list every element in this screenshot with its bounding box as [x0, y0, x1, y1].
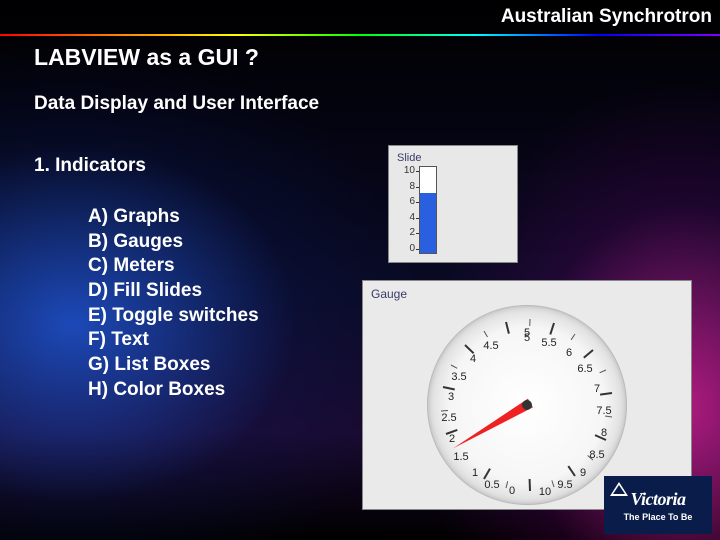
logo-name: Victoria	[630, 489, 685, 510]
gauge-tick-label: 2	[449, 433, 455, 445]
gauge-tick-label: 4.5	[483, 340, 498, 352]
gauge-tick-label: 8.5	[589, 449, 604, 461]
gauge-tick-label: 7.5	[596, 405, 611, 417]
brand-text: Australian Synchrotron	[501, 6, 712, 28]
fill-slide-track[interactable]	[419, 166, 437, 254]
gauge-tick	[505, 321, 510, 333]
widget-label: Slide	[397, 152, 509, 164]
gauge-tick-label: 6.5	[577, 363, 592, 375]
tick-label: 10	[397, 166, 415, 176]
gauge-tick-label: 0.5	[484, 479, 499, 491]
fill-slide-fill	[420, 193, 436, 253]
gauge-tick-label: 5	[524, 332, 530, 344]
gauge-tick-label: 10	[539, 486, 551, 498]
gauge-tick	[551, 480, 554, 487]
tick-label: 6	[397, 197, 415, 207]
gauge-tick	[571, 333, 576, 339]
gauge-hub	[522, 400, 532, 410]
rainbow-divider	[0, 34, 720, 36]
gauge-tick-label: 4	[470, 353, 476, 365]
widget-label: Gauge	[371, 287, 683, 301]
gauge-tick-label: 1	[472, 467, 478, 479]
tick-label: 8	[397, 182, 415, 192]
victoria-triangle-icon	[610, 482, 628, 496]
slide-subtitle: Data Display and User Interface	[34, 93, 704, 115]
gauge-tick-label: 0	[509, 485, 515, 497]
section-heading: 1. Indicators	[34, 155, 704, 177]
gauge-tick	[549, 323, 555, 335]
gauge-tick-label: 3	[448, 391, 454, 403]
gauge-tick	[599, 370, 606, 374]
gauge-tick	[600, 392, 612, 396]
gauge-tick	[583, 349, 593, 358]
gauge-dial[interactable]: 5 00.511.522.533.544.555.566.577.588.599…	[427, 305, 627, 505]
tick-label: 4	[397, 213, 415, 223]
gauge-tick	[484, 330, 488, 337]
gauge-tick-label: 7	[594, 383, 600, 395]
gauge-tick-label: 8	[601, 427, 607, 439]
gauge-tick-label: 1.5	[453, 451, 468, 463]
victoria-logo: Victoria The Place To Be	[604, 476, 712, 534]
gauge-tick-label: 6	[566, 347, 572, 359]
tick-label: 2	[397, 228, 415, 238]
gauge-tick-label: 5.5	[541, 337, 556, 349]
gauge-tick	[443, 386, 455, 390]
gauge-tick-label: 9	[580, 467, 586, 479]
gauge-tick	[529, 319, 530, 326]
tick-label: 0	[397, 244, 415, 254]
gauge-tick-label: 3.5	[451, 371, 466, 383]
gauge-tick	[529, 479, 531, 491]
gauge-tick-label: 2.5	[441, 412, 456, 424]
gauge-tick	[568, 466, 576, 477]
gauge-tick-label: 9.5	[557, 479, 572, 491]
logo-tagline: The Place To Be	[624, 512, 693, 522]
fill-slide-widget: Slide 10 8 6 4 2 0	[388, 145, 518, 263]
slide-title: LABVIEW as a GUI ?	[34, 44, 704, 71]
header-bar: Australian Synchrotron	[0, 0, 720, 34]
slide-ticks: 10 8 6 4 2 0	[397, 166, 415, 254]
gauge-tick	[451, 364, 458, 368]
